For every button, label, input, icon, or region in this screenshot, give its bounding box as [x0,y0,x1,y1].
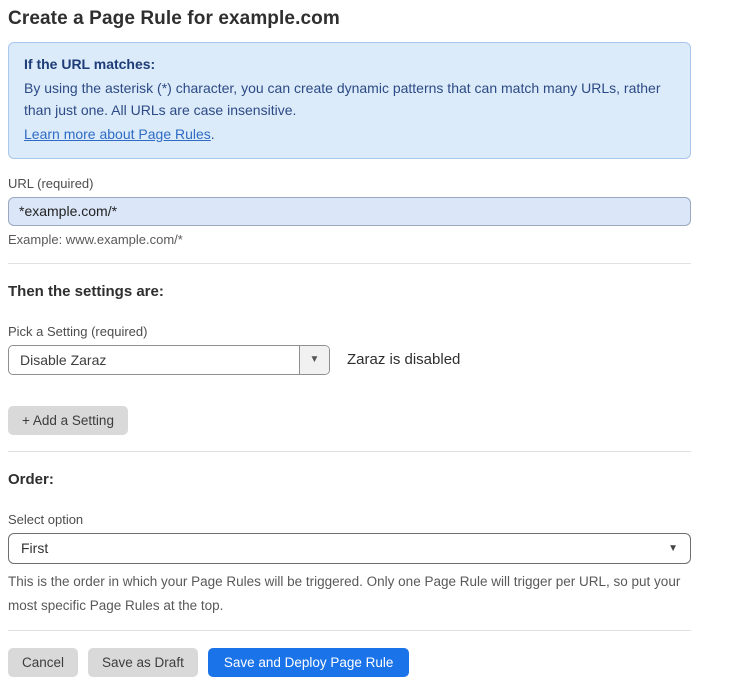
divider [8,263,691,264]
save-as-draft-button[interactable]: Save as Draft [88,648,198,677]
page-rule-form: Create a Page Rule for example.com If th… [8,8,691,677]
dropdown-arrow-icon[interactable]: ▼ [299,346,329,374]
order-select-label: Select option [8,512,691,527]
save-and-deploy-button[interactable]: Save and Deploy Page Rule [208,648,410,677]
setting-select-value: Disable Zaraz [9,346,299,374]
learn-more-link[interactable]: Learn more about Page Rules [24,126,211,142]
pick-setting-label: Pick a Setting (required) [8,324,691,339]
url-input[interactable] [8,197,691,226]
order-section-heading: Order: [8,471,691,488]
page-title: Create a Page Rule for example.com [8,8,691,30]
setting-row: Disable Zaraz ▼ Zaraz is disabled [8,345,691,375]
order-help-text: This is the order in which your Page Rul… [8,570,688,619]
setting-select[interactable]: Disable Zaraz ▼ [8,345,330,375]
order-select[interactable]: First ▼ [8,533,691,564]
order-select-value: First [21,540,48,556]
info-box-heading: If the URL matches: [24,54,675,76]
link-period: . [211,126,215,142]
setting-status-text: Zaraz is disabled [347,351,460,368]
divider [8,451,691,452]
info-box-body: By using the asterisk (*) character, you… [24,78,674,122]
caret-down-icon: ▼ [668,543,678,554]
url-field-label: URL (required) [8,176,691,191]
footer-buttons: Cancel Save as Draft Save and Deploy Pag… [8,648,691,677]
url-match-info-box: If the URL matches: By using the asteris… [8,42,691,159]
divider [8,630,691,631]
settings-section-heading: Then the settings are: [8,283,691,300]
url-example-text: Example: www.example.com/* [8,232,691,247]
add-setting-button[interactable]: + Add a Setting [8,406,128,435]
cancel-button[interactable]: Cancel [8,648,78,677]
info-box-link-line: Learn more about Page Rules. [24,124,675,146]
